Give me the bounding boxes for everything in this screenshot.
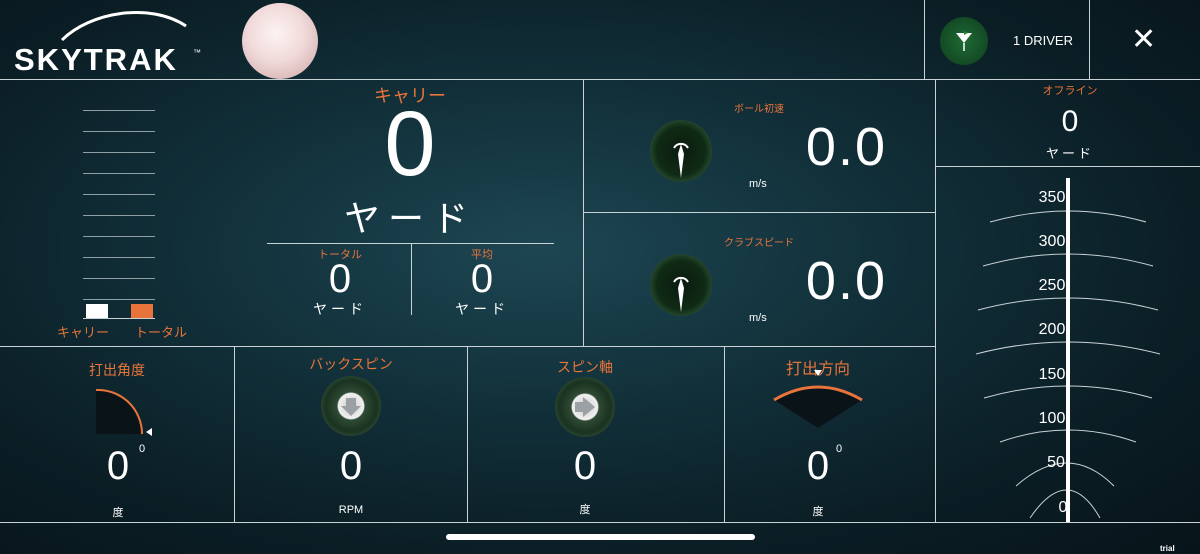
backspin-unit: RPM (338, 504, 364, 516)
offline-label: オフライン (1042, 85, 1098, 97)
ball-speed-label: ボール初速 (734, 104, 784, 115)
total-legend-swatch (131, 304, 153, 318)
bar-baseline (83, 318, 155, 319)
bar-gridline (83, 152, 155, 153)
club-speed-gauge-icon (650, 254, 712, 316)
logo-swoosh-icon (60, 11, 187, 42)
total-unit: ヤード (313, 301, 367, 317)
average-unit: ヤード (455, 301, 509, 317)
spin-axis-unit: 度 (579, 504, 591, 516)
logo-trademark: ™ (193, 48, 201, 57)
divider-speed-right (935, 79, 936, 523)
launch-angle-value: 0 (106, 444, 130, 488)
skytrak-logo: SKYTRAK (14, 42, 178, 77)
bar-gridline (83, 215, 155, 216)
backspin-gauge-icon (321, 376, 381, 436)
spin-axis-label: スピン軸 (557, 359, 613, 375)
carry-legend-swatch (86, 304, 108, 318)
backspin-value: 0 (339, 444, 363, 488)
launch-angle-unit: 度 (112, 507, 124, 519)
divider-bottom-bottom (0, 522, 1200, 523)
launch-direction-unit: 度 (812, 506, 824, 518)
launch-direction-sup: 0 (836, 443, 843, 455)
ball-speed-gauge-icon (650, 120, 712, 182)
distance-bar-chart (83, 110, 155, 320)
spin-axis-value: 0 (573, 444, 597, 488)
scale-label-0: 0 (1058, 499, 1068, 516)
bar-gridline (83, 194, 155, 195)
scale-label-200: 200 (1038, 321, 1066, 338)
launch-direction-icon (773, 370, 863, 428)
launch-angle-label: 打出角度 (89, 362, 145, 378)
close-button[interactable]: ✕ (1131, 25, 1156, 55)
header-divider-close (1089, 0, 1090, 79)
scale-label-100: 100 (1038, 410, 1066, 427)
bar-gridline (83, 131, 155, 132)
average-value: 0 (470, 257, 494, 301)
carry-legend-label: キャリー (57, 325, 110, 340)
divider-speeds (583, 212, 935, 213)
ball-status-icon (242, 3, 318, 79)
bar-gridline (83, 257, 155, 258)
arrow-down-icon (341, 398, 361, 416)
club-speed-value: 0.0 (805, 251, 887, 311)
header-divider (0, 79, 1200, 80)
scale-label-50: 50 (1047, 454, 1065, 471)
bar-gridline (83, 110, 155, 111)
divider-bottom-1 (234, 346, 235, 522)
spin-axis-gauge-icon (555, 377, 615, 437)
golf-flag-icon (956, 31, 972, 51)
divider-bottom-3 (724, 346, 725, 522)
divider-offline (935, 166, 1200, 167)
total-legend-label: トータル (135, 325, 188, 340)
needle-icon (673, 276, 689, 312)
bar-gridline (83, 236, 155, 237)
header-divider-club (924, 0, 925, 79)
ball-speed-value: 0.0 (805, 117, 887, 177)
bar-gridline (83, 278, 155, 279)
offline-unit: ヤード (1045, 146, 1094, 161)
offline-value: 0 (1061, 105, 1079, 138)
launch-angle-icon (95, 388, 152, 436)
backspin-label: バックスピン (309, 356, 393, 372)
club-speed-label: クラブスピード (724, 238, 794, 249)
bar-gridline (83, 299, 155, 300)
launch-angle-sup: 0 (139, 443, 146, 455)
arrow-right-icon (575, 397, 595, 417)
ball-speed-unit: m/s (749, 178, 767, 190)
scale-label-150: 150 (1038, 366, 1066, 383)
club-speed-unit: m/s (749, 312, 767, 324)
home-indicator[interactable] (446, 534, 755, 540)
carry-value: 0 (384, 93, 436, 195)
scale-label-300: 300 (1038, 233, 1066, 250)
trial-version-label: trial version (1160, 544, 1188, 554)
scale-label-350: 350 (1038, 189, 1066, 206)
scale-label-250: 250 (1038, 277, 1066, 294)
total-value: 0 (328, 257, 352, 301)
needle-icon (673, 142, 689, 178)
bar-gridline (83, 173, 155, 174)
club-name[interactable]: 1 DRIVER (1013, 33, 1073, 48)
launch-direction-value: 0 (806, 444, 830, 488)
divider-bottom-2 (467, 346, 468, 522)
club-select-icon[interactable] (940, 17, 988, 65)
carry-unit: ヤード (343, 198, 476, 239)
